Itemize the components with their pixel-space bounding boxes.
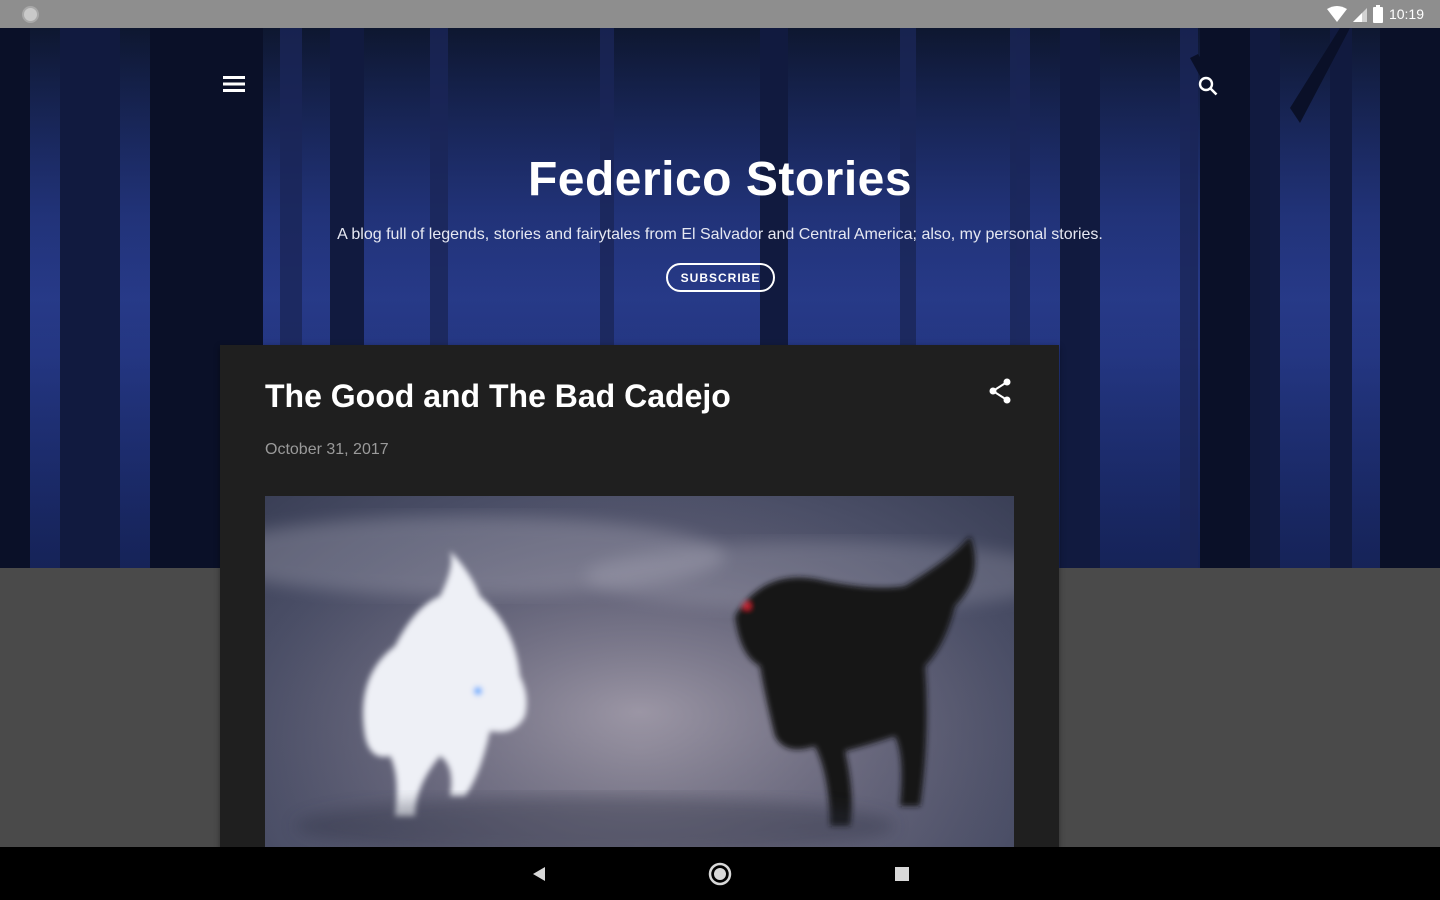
blog-title[interactable]: Federico Stories [0,152,1440,207]
back-button[interactable] [524,859,554,889]
status-bar: 10:19 [0,0,1440,28]
post-featured-image[interactable] [265,496,1014,856]
post-card: The Good and The Bad Cadejo October 31, … [220,345,1059,856]
home-icon [708,862,732,886]
back-icon [533,867,545,881]
blog-description: A blog full of legends, stories and fair… [337,226,1103,243]
search-icon [1198,76,1218,96]
recents-button[interactable] [887,859,917,889]
wifi-icon [1326,6,1347,22]
status-icons: 10:19 [1326,4,1424,24]
search-button[interactable] [1192,70,1224,102]
battery-icon [1372,5,1383,23]
system-navigation-bar [0,847,1440,900]
share-button[interactable] [984,375,1016,407]
post-date: October 31, 2017 [265,441,389,458]
cell-signal-icon [1352,8,1367,22]
home-button[interactable] [705,859,735,889]
clock: 10:19 [1388,6,1424,22]
menu-button[interactable] [218,68,250,100]
cadejo-illustration [265,496,1014,856]
app-notification-icon [22,6,39,23]
recents-icon [895,867,909,881]
post-title[interactable]: The Good and The Bad Cadejo [265,378,731,415]
share-icon [989,378,1011,404]
hamburger-menu-icon [223,76,245,92]
subscribe-button[interactable]: SUBSCRIBE [666,263,775,292]
